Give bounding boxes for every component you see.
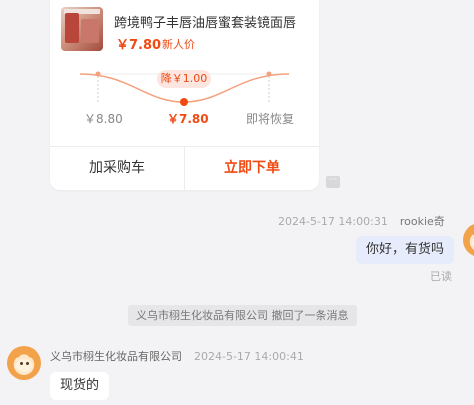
incoming-meta: 义乌市栩生化妆品有限公司 2024-5-17 14:00:41 bbox=[50, 348, 304, 364]
restore-label: 即将恢复 bbox=[246, 112, 295, 126]
outgoing-timestamp: 2024-5-17 14:00:31 bbox=[278, 215, 388, 228]
product-thumbnail[interactable] bbox=[61, 7, 103, 51]
original-price-point bbox=[95, 71, 101, 77]
future-price-point bbox=[266, 71, 272, 77]
incoming-timestamp: 2024-5-17 14:00:41 bbox=[194, 350, 304, 363]
product-price: ￥7.80 bbox=[116, 38, 162, 53]
outgoing-sender: rookie奇 bbox=[399, 215, 445, 228]
seller-avatar-icon[interactable] bbox=[7, 346, 41, 380]
user-avatar-icon[interactable] bbox=[463, 223, 474, 257]
current-price-point bbox=[180, 98, 188, 106]
current-price-label: ￥7.80 bbox=[167, 112, 209, 126]
incoming-message-bubble[interactable]: 现货的 bbox=[50, 372, 110, 400]
new-user-price-tag: 新人价 bbox=[162, 38, 195, 51]
outgoing-meta: 2024-5-17 14:00:31 rookie奇 bbox=[278, 213, 445, 229]
more-options-icon[interactable]: ··· bbox=[326, 176, 340, 188]
read-status: 已读 bbox=[430, 270, 452, 283]
buy-now-button[interactable]: 立即下单 bbox=[185, 147, 319, 190]
original-price-label: ￥8.80 bbox=[84, 112, 123, 126]
product-card[interactable]: 跨境鸭子丰唇油唇蜜套装镜面唇 ￥7.80 新人价 降￥1.00 ￥8.80 ￥7… bbox=[50, 0, 319, 190]
system-recall-notice: 义乌市栩生化妆品有限公司 撤回了一条消息 bbox=[128, 305, 357, 326]
product-title[interactable]: 跨境鸭子丰唇油唇蜜套装镜面唇 bbox=[114, 12, 314, 31]
outgoing-message-bubble[interactable]: 你好，有货吗 bbox=[355, 236, 454, 264]
add-to-cart-button[interactable]: 加采购车 bbox=[50, 147, 184, 190]
incoming-sender: 义乌市栩生化妆品有限公司 bbox=[50, 350, 182, 363]
price-drop-badge: 降￥1.00 bbox=[157, 70, 211, 88]
